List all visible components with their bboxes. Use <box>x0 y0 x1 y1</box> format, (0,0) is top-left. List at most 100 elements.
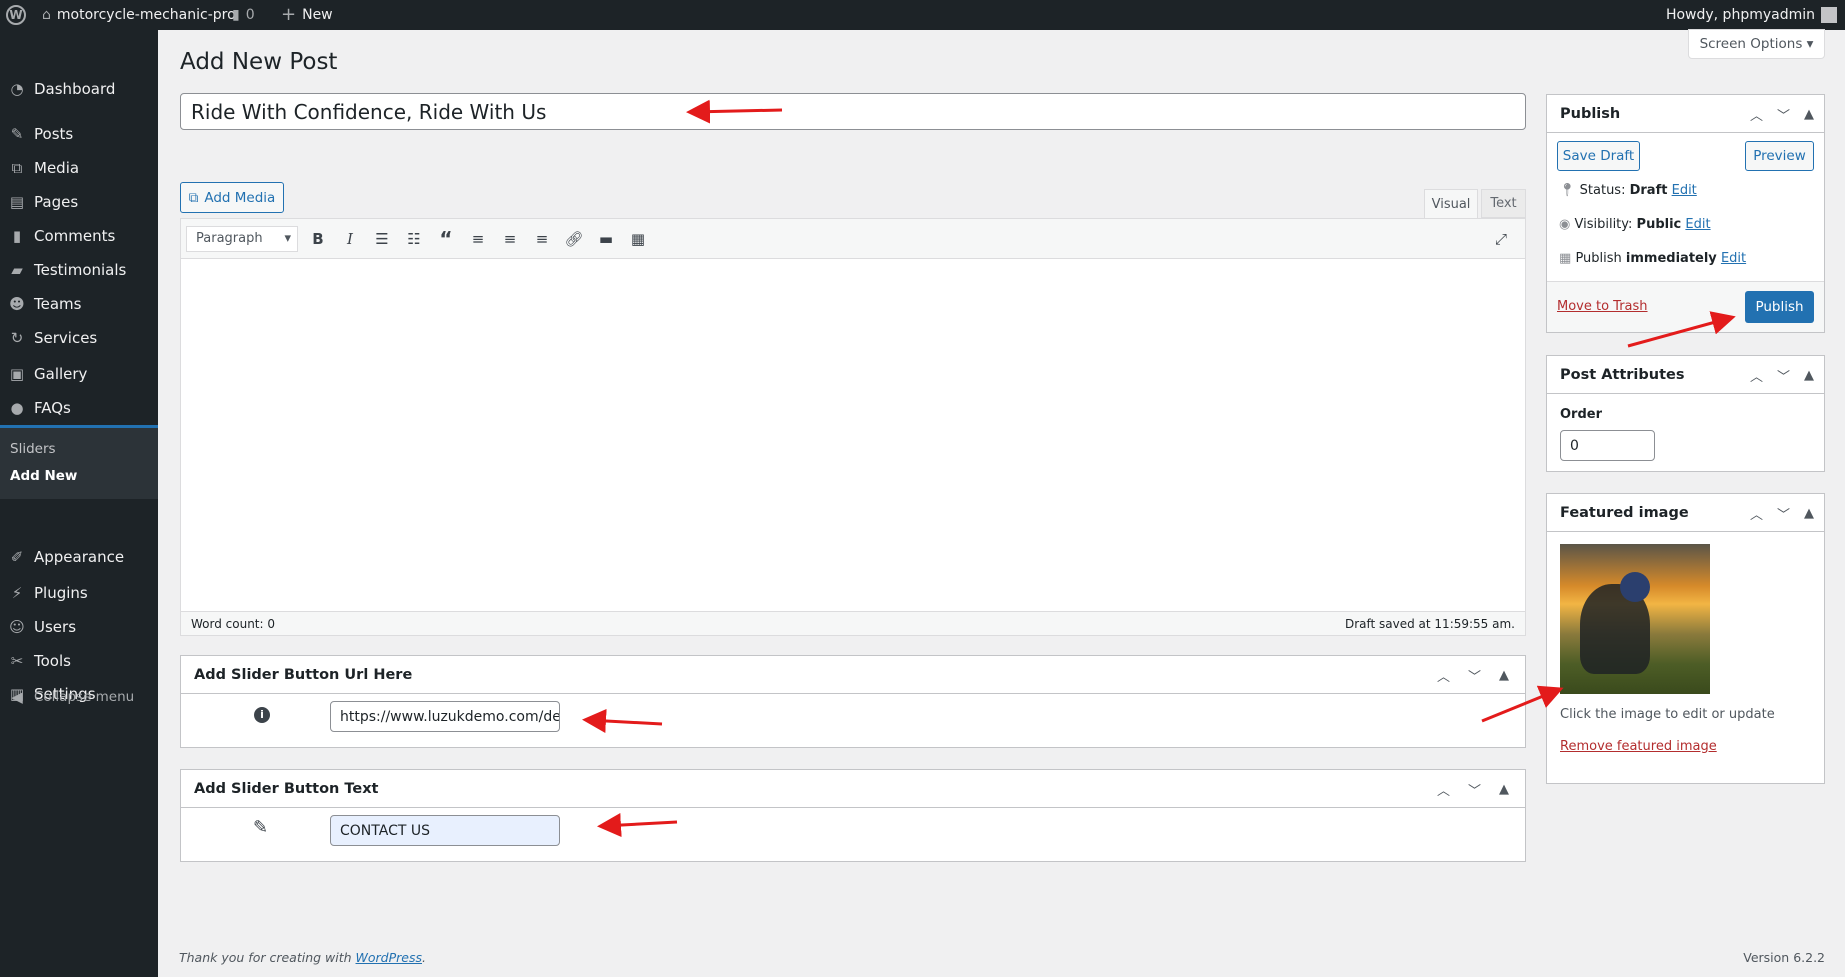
align-left-icon[interactable]: ≡ <box>462 230 494 248</box>
screen-options-button[interactable]: Screen Options ▾ <box>1688 29 1825 59</box>
bold-icon[interactable]: B <box>302 230 334 248</box>
publish-button[interactable]: Publish <box>1745 291 1814 323</box>
admin-sidebar: ◔ Dashboard ✎ Posts ⧉ Media ▤ Pages ▮ Comments ▰ Te… <box>0 30 158 977</box>
sidebar-item-label: Services <box>34 329 98 347</box>
sidebar-item-services[interactable]: ↻ Services <box>0 321 158 355</box>
sidebar-item-label: Posts <box>34 125 74 143</box>
sidebar-item-faqs[interactable]: ● FAQs <box>0 391 158 425</box>
toolbar-toggle-icon[interactable]: ▦ <box>622 230 654 248</box>
collapse-menu-button[interactable]: ◀ Collapse menu <box>0 680 158 714</box>
post-title-input[interactable]: Ride With Confidence, Ride With Us <box>180 93 1526 130</box>
edit-schedule-link[interactable]: Edit <box>1721 251 1746 266</box>
order-input[interactable]: 0 <box>1560 430 1655 461</box>
submenu-sliders[interactable]: Sliders <box>10 441 56 457</box>
site-name-link[interactable]: ⌂ motorcycle-mechanic-pro <box>42 0 236 30</box>
slider-text-metabox: Add Slider Button Text ︿ ﹀ ▲ ✎ CONTACT US <box>180 769 1526 862</box>
metabox-title: Add Slider Button Url Here <box>181 656 1525 694</box>
toggle-icon[interactable]: ▲ <box>1804 107 1814 122</box>
sidebar-item-pages[interactable]: ▤ Pages <box>0 185 158 219</box>
sidebar-item-media[interactable]: ⧉ Media <box>0 151 158 185</box>
move-up-icon[interactable]: ︿ <box>1437 780 1450 799</box>
metabox-title: Add Slider Button Text <box>181 770 1525 808</box>
comment-icon: ▮ <box>232 7 240 23</box>
sidebar-item-testimonials[interactable]: ▰ Testimonials <box>0 253 158 287</box>
slider-text-input[interactable]: CONTACT US <box>330 815 560 846</box>
edit-status-link[interactable]: Edit <box>1672 183 1697 198</box>
plugin-icon: ⚡︎ <box>11 584 23 602</box>
wordpress-logo-icon[interactable]: W <box>6 0 26 30</box>
editor: Paragraph ▾ B I ☰ ☷ “ ≡ ≡ ≡ 🔗︎ ▬ ▦ ⤢ Word… <box>180 218 1526 636</box>
toggle-icon[interactable]: ▲ <box>1804 368 1814 383</box>
submenu: Sliders Add New <box>0 428 158 499</box>
move-down-icon[interactable]: ﹀ <box>1777 504 1790 523</box>
save-draft-button[interactable]: Save Draft <box>1557 141 1640 171</box>
remove-featured-image-link[interactable]: Remove featured image <box>1560 739 1717 754</box>
new-content-link[interactable]: + New <box>281 0 333 30</box>
sidebar-item-plugins[interactable]: ⚡︎ Plugins <box>0 576 158 610</box>
toggle-icon[interactable]: ▲ <box>1804 506 1814 521</box>
slider-url-input[interactable]: https://www.luzukdemo.com/den <box>330 701 560 732</box>
pin-icon: 📍︎ <box>1559 183 1576 198</box>
comments-link[interactable]: ▮ 0 <box>232 0 255 30</box>
link-icon[interactable]: 🔗︎ <box>558 230 590 248</box>
featured-image-thumbnail[interactable] <box>1560 544 1710 694</box>
toggle-icon[interactable]: ▲ <box>1499 782 1509 797</box>
tab-text[interactable]: Text <box>1481 189 1526 218</box>
featured-image-metabox: Featured image ︿ ﹀ ▲ Click the image to ed… <box>1546 493 1825 784</box>
pencil-icon: ✎ <box>253 817 269 838</box>
submenu-add-new[interactable]: Add New <box>10 468 77 484</box>
move-up-icon[interactable]: ︿ <box>1750 504 1763 523</box>
sidebar-item-appearance[interactable]: ✐ Appearance <box>0 540 158 574</box>
move-down-icon[interactable]: ﹀ <box>1468 780 1481 799</box>
tab-visual[interactable]: Visual <box>1424 189 1478 219</box>
move-down-icon[interactable]: ﹀ <box>1468 666 1481 685</box>
sidebar-item-label: Users <box>34 618 77 636</box>
toggle-icon[interactable]: ▲ <box>1499 668 1509 683</box>
wordpress-link[interactable]: WordPress <box>356 950 422 965</box>
move-up-icon[interactable]: ︿ <box>1750 366 1763 385</box>
plus-icon: + <box>281 4 297 25</box>
move-down-icon[interactable]: ﹀ <box>1777 366 1790 385</box>
preview-button[interactable]: Preview <box>1745 141 1814 171</box>
move-up-icon[interactable]: ︿ <box>1437 666 1450 685</box>
align-center-icon[interactable]: ≡ <box>494 230 526 248</box>
faq-icon: ● <box>10 399 24 417</box>
word-count: Word count: 0 <box>191 616 276 631</box>
pin-icon: ✎ <box>10 125 24 143</box>
sidebar-item-gallery[interactable]: ▣ Gallery <box>0 357 158 391</box>
move-up-icon[interactable]: ︿ <box>1750 105 1763 124</box>
refresh-icon: ↻ <box>10 329 24 347</box>
sidebar-item-label: Appearance <box>34 548 125 566</box>
sidebar-item-comments[interactable]: ▮ Comments <box>0 219 158 253</box>
numbered-list-icon[interactable]: ☷ <box>398 230 430 248</box>
home-icon: ⌂ <box>42 7 51 23</box>
read-more-icon[interactable]: ▬ <box>590 230 622 248</box>
info-icon: i <box>254 707 270 723</box>
format-select[interactable]: Paragraph ▾ <box>186 225 298 252</box>
media-icon: ⧉ <box>188 189 199 206</box>
align-right-icon[interactable]: ≡ <box>526 230 558 248</box>
editor-toolbar: Paragraph ▾ B I ☰ ☷ “ ≡ ≡ ≡ 🔗︎ ▬ ▦ ⤢ <box>181 219 1525 259</box>
fullscreen-icon[interactable]: ⤢ <box>1485 230 1517 248</box>
account-menu[interactable]: Howdy, phpmyadmin <box>1666 0 1837 30</box>
wrench-icon: ✂ <box>10 652 24 670</box>
italic-icon[interactable]: I <box>334 230 366 248</box>
sidebar-item-users[interactable]: ☺ Users <box>0 610 158 644</box>
blockquote-icon[interactable]: “ <box>430 227 462 251</box>
move-down-icon[interactable]: ﹀ <box>1777 105 1790 124</box>
add-media-button[interactable]: ⧉ Add Media <box>180 182 284 213</box>
gallery-icon: ▣ <box>9 365 25 383</box>
sidebar-item-posts[interactable]: ✎ Posts <box>0 117 158 151</box>
sidebar-item-label: Testimonials <box>34 261 127 279</box>
sidebar-item-dashboard[interactable]: ◔ Dashboard <box>0 72 158 106</box>
bulleted-list-icon[interactable]: ☰ <box>366 230 398 248</box>
sidebar-item-tools[interactable]: ✂ Tools <box>0 644 158 678</box>
sidebar-item-teams[interactable]: ☻ Teams <box>0 287 158 321</box>
draft-saved-status: Draft saved at 11:59:55 am. <box>1344 616 1515 631</box>
edit-visibility-link[interactable]: Edit <box>1685 217 1710 232</box>
sidebar-item-label: Media <box>34 159 80 177</box>
move-to-trash-link[interactable]: Move to Trash <box>1557 299 1648 314</box>
sidebar-item-label: Pages <box>34 193 79 211</box>
editor-content-area[interactable] <box>181 259 1525 611</box>
sidebar-item-label: Comments <box>34 227 116 245</box>
